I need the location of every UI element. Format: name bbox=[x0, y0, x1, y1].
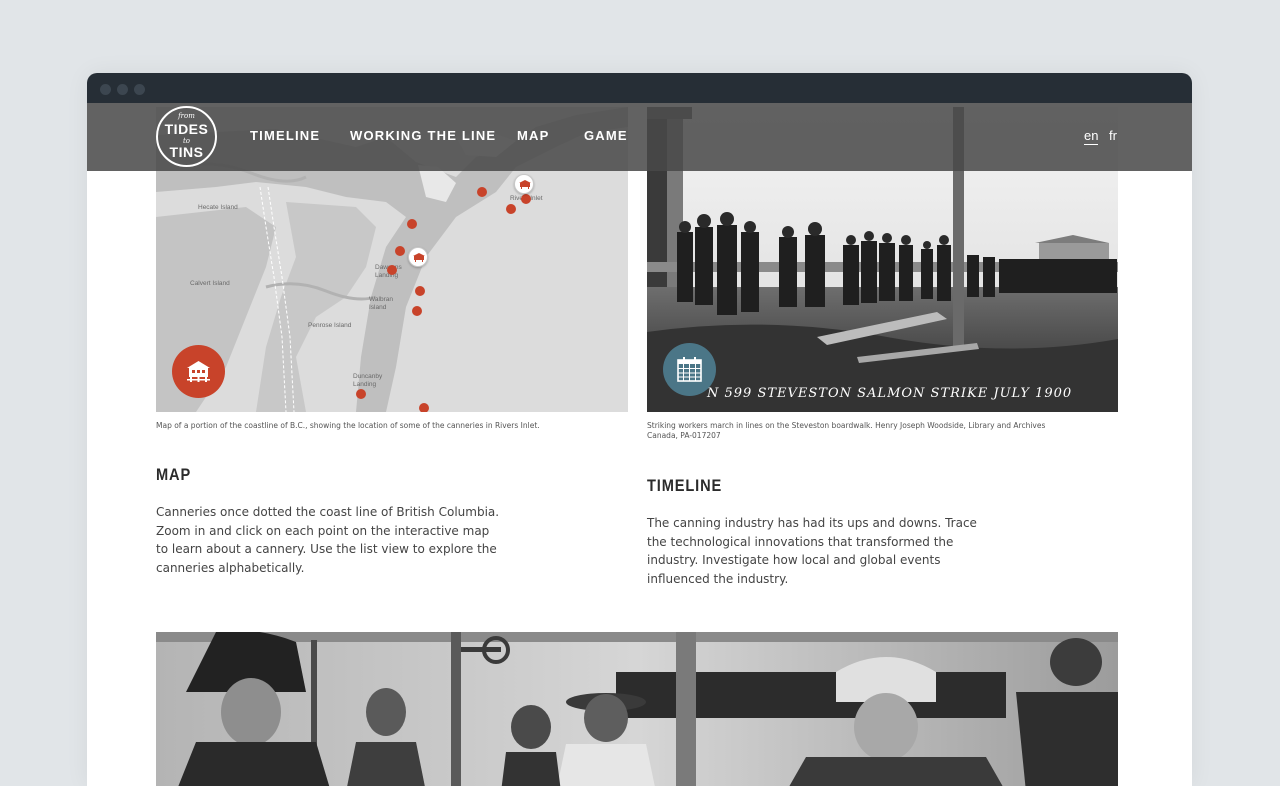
cannery-cluster-marker[interactable] bbox=[514, 174, 534, 194]
nav-link-working-the-line[interactable]: WORKING THE LINE bbox=[350, 128, 496, 143]
window-close-dot[interactable] bbox=[100, 84, 111, 95]
page-content: from TIDES to TINS TIMELINE WORKING THE … bbox=[87, 103, 1192, 786]
window-minimize-dot[interactable] bbox=[117, 84, 128, 95]
cannery-pin[interactable] bbox=[387, 265, 397, 275]
browser-window: from TIDES to TINS TIMELINE WORKING THE … bbox=[87, 73, 1192, 786]
cannery-pin[interactable] bbox=[407, 219, 417, 229]
logo-text-from: from bbox=[178, 112, 195, 120]
map-section-badge[interactable] bbox=[172, 345, 225, 398]
window-maximize-dot[interactable] bbox=[134, 84, 145, 95]
map-label-walbran-island: Walbran Island bbox=[369, 296, 393, 311]
map-caption: Map of a portion of the coastline of B.C… bbox=[156, 421, 540, 430]
map-heading[interactable]: MAP bbox=[156, 465, 191, 485]
cannery-building-icon bbox=[187, 361, 210, 382]
nav-link-game[interactable]: GAME bbox=[584, 128, 628, 143]
map-label-calvert-island: Calvert Island bbox=[190, 280, 230, 287]
language-en[interactable]: en bbox=[1084, 128, 1099, 145]
logo-text-tides: TIDES bbox=[164, 121, 209, 137]
timeline-heading[interactable]: TIMELINE bbox=[647, 476, 722, 496]
cannery-pin[interactable] bbox=[521, 194, 531, 204]
timeline-section-badge[interactable] bbox=[663, 343, 716, 396]
window-titlebar bbox=[87, 73, 1192, 103]
map-label-duncanby-landing: Duncanby Landing bbox=[353, 373, 383, 388]
top-navbar: from TIDES to TINS TIMELINE WORKING THE … bbox=[87, 103, 1192, 171]
timeline-description: The canning industry has had its ups and… bbox=[647, 516, 977, 586]
cannery-workers-photo[interactable] bbox=[156, 632, 1118, 786]
cannery-pin[interactable] bbox=[506, 204, 516, 214]
map-label-hecate-island: Hecate Island bbox=[198, 204, 238, 211]
logo-text-tins: TINS bbox=[169, 144, 204, 160]
language-fr[interactable]: fr bbox=[1109, 128, 1117, 143]
cannery-pin[interactable] bbox=[356, 389, 366, 399]
timeline-caption: Striking workers march in lines on the S… bbox=[647, 421, 1046, 440]
calendar-icon bbox=[677, 357, 702, 382]
map-label-penrose-island: Penrose Island bbox=[308, 322, 352, 329]
workers-photo-image bbox=[156, 632, 1118, 786]
photo-inscription: N 599 STEVESTON SALMON STRIKE JULY 1900 bbox=[707, 386, 1073, 401]
cannery-pin[interactable] bbox=[477, 187, 487, 197]
cannery-pin[interactable] bbox=[395, 246, 405, 256]
cannery-pin[interactable] bbox=[419, 403, 429, 412]
cannery-pin[interactable] bbox=[415, 286, 425, 296]
site-logo[interactable]: from TIDES to TINS bbox=[156, 106, 217, 167]
cannery-cluster-marker[interactable] bbox=[408, 247, 428, 267]
nav-link-timeline[interactable]: TIMELINE bbox=[250, 128, 320, 143]
nav-link-map[interactable]: MAP bbox=[517, 128, 550, 143]
cannery-pin[interactable] bbox=[412, 306, 422, 316]
map-description: Canneries once dotted the coast line of … bbox=[156, 505, 500, 575]
